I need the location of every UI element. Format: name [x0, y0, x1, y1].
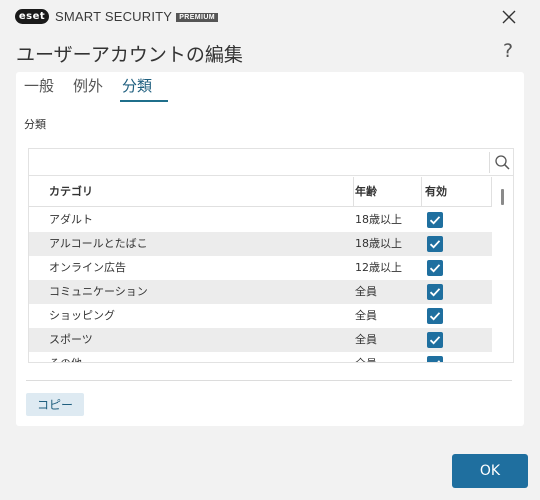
- column-divider[interactable]: [353, 177, 354, 207]
- column-header-category[interactable]: カテゴリ: [49, 177, 93, 207]
- edition-badge: PREMIUM: [176, 13, 219, 22]
- close-icon[interactable]: [497, 5, 521, 29]
- checkmark-icon: [429, 264, 441, 273]
- enabled-checkbox[interactable]: [427, 212, 443, 228]
- category-cell: コミュニケーション: [49, 285, 148, 298]
- product-name: SMART SECURITY PREMIUM: [55, 9, 219, 24]
- table-row[interactable]: スポーツ 全員: [29, 328, 492, 352]
- table-row[interactable]: アルコールとたばこ 18歳以上: [29, 232, 492, 256]
- enabled-checkbox[interactable]: [427, 260, 443, 276]
- dialog-title: ユーザーアカウントの編集: [16, 44, 243, 66]
- enabled-checkbox[interactable]: [427, 332, 443, 348]
- checkmark-icon: [429, 240, 441, 249]
- checkmark-icon: [429, 312, 441, 321]
- enabled-checkbox[interactable]: [427, 236, 443, 252]
- checkmark-icon: [429, 288, 441, 297]
- search-separator: [489, 152, 490, 173]
- age-cell: 12歳以上: [355, 261, 402, 274]
- category-cell: オンライン広告: [49, 261, 126, 274]
- category-cell: ショッピング: [49, 309, 115, 322]
- category-cell: スポーツ: [49, 333, 93, 346]
- table-row[interactable]: コミュニケーション 全員: [29, 280, 492, 304]
- title-bar: eset SMART SECURITY PREMIUM: [0, 0, 540, 34]
- category-cell: その他: [49, 352, 82, 362]
- product-name-text: SMART SECURITY: [55, 9, 173, 24]
- age-cell: 全員: [355, 285, 377, 298]
- enabled-checkbox[interactable]: [427, 356, 443, 362]
- ok-button[interactable]: OK: [452, 454, 528, 488]
- scrollbar-thumb[interactable]: [501, 189, 504, 205]
- table-row[interactable]: ショッピング 全員: [29, 304, 492, 328]
- enabled-checkbox[interactable]: [427, 308, 443, 324]
- help-icon[interactable]: ?: [503, 40, 513, 62]
- age-cell: 全員: [355, 352, 377, 362]
- column-divider[interactable]: [491, 177, 492, 207]
- age-cell: 18歳以上: [355, 213, 402, 226]
- column-divider[interactable]: [421, 177, 422, 207]
- table-header: カテゴリ 年齢 有効: [29, 177, 492, 207]
- checkmark-icon: [429, 216, 441, 225]
- tab-exceptions[interactable]: 例外: [73, 75, 103, 100]
- content-panel: 一般 例外 分類 分類 カテゴリ 年齢 有効 アダルト 18歳以上 アルコールと…: [16, 72, 524, 426]
- active-tab-indicator: [120, 100, 168, 102]
- divider: [26, 380, 512, 381]
- checkmark-icon: [429, 336, 441, 345]
- search-icon[interactable]: [494, 154, 511, 171]
- age-cell: 全員: [355, 333, 377, 346]
- copy-button[interactable]: コピー: [26, 393, 84, 416]
- enabled-checkbox[interactable]: [427, 284, 443, 300]
- column-header-enabled[interactable]: 有効: [425, 177, 447, 207]
- column-header-age[interactable]: 年齢: [355, 177, 377, 207]
- table-row[interactable]: オンライン広告 12歳以上: [29, 256, 492, 280]
- checkmark-icon: [437, 360, 441, 362]
- tab-categories[interactable]: 分類: [122, 75, 152, 100]
- category-cell: アダルト: [49, 213, 93, 226]
- vertical-scrollbar[interactable]: [497, 177, 513, 362]
- search-input[interactable]: [29, 149, 489, 175]
- category-table: カテゴリ 年齢 有効 アダルト 18歳以上 アルコールとたばこ 18歳以上 オン…: [28, 148, 514, 363]
- section-label: 分類: [24, 118, 46, 131]
- search-bar: [29, 149, 513, 176]
- table-row[interactable]: アダルト 18歳以上: [29, 208, 492, 232]
- age-cell: 18歳以上: [355, 237, 402, 250]
- tab-general[interactable]: 一般: [24, 75, 54, 100]
- table-row[interactable]: その他 全員: [29, 352, 492, 362]
- category-cell: アルコールとたばこ: [49, 237, 148, 250]
- eset-logo: eset: [15, 9, 49, 24]
- age-cell: 全員: [355, 309, 377, 322]
